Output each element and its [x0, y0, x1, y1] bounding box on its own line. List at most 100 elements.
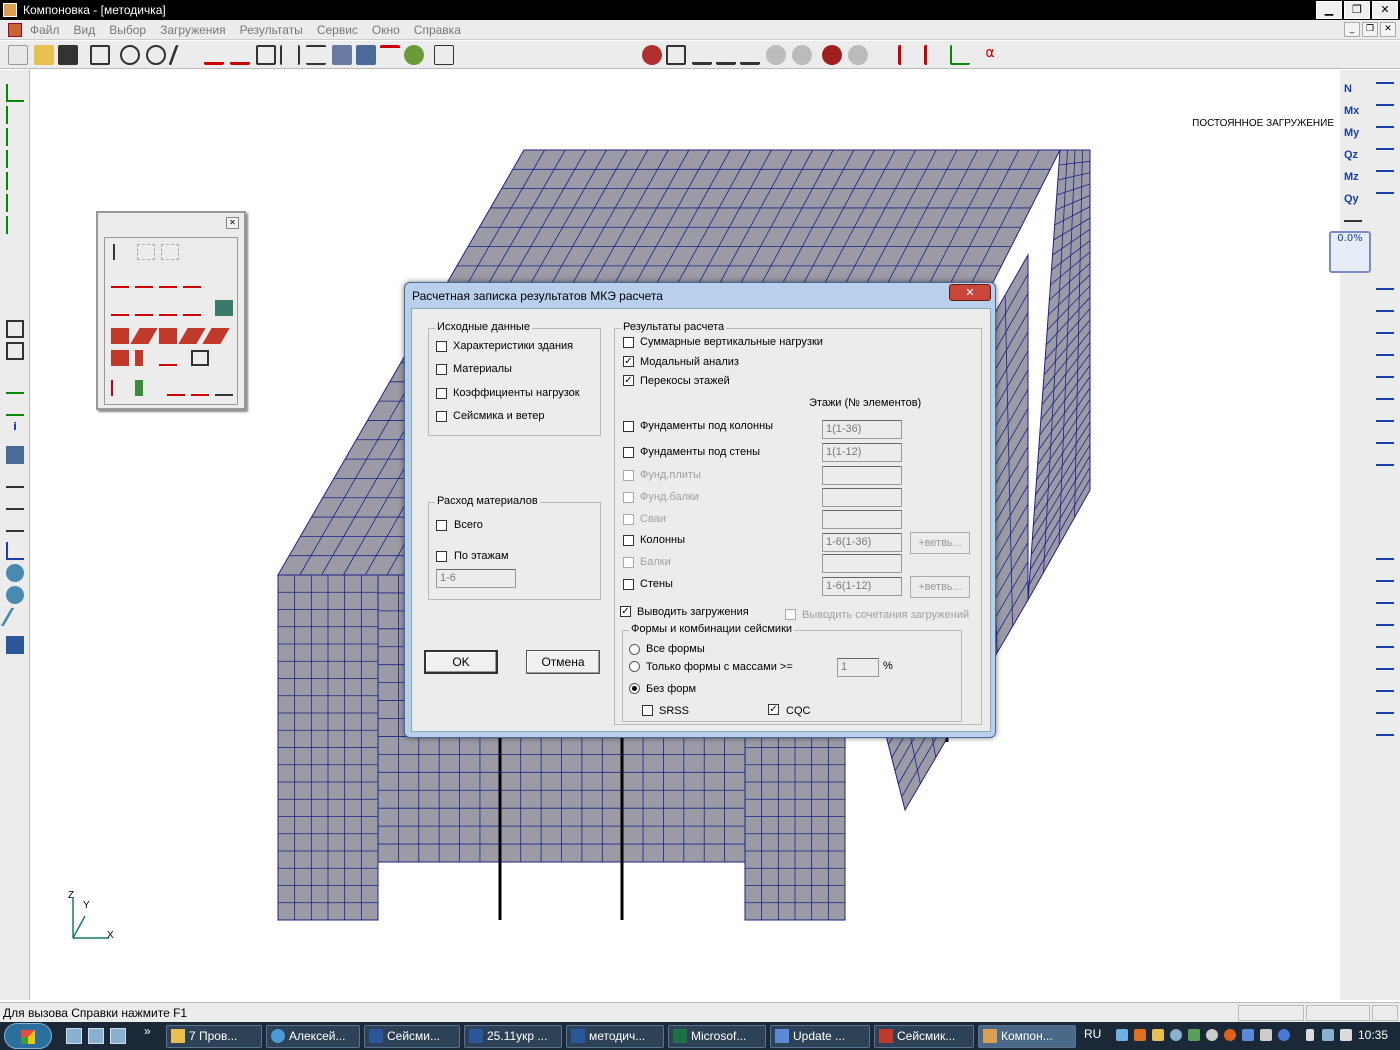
wind-icon[interactable]	[740, 45, 760, 65]
open-folder-icon[interactable]	[34, 45, 54, 65]
no-forms-radio[interactable]	[629, 683, 640, 694]
minimize-button[interactable]: ▁	[1316, 1, 1342, 19]
pointer-icon[interactable]	[113, 244, 131, 260]
table-icon[interactable]	[666, 45, 686, 65]
plate-icon[interactable]	[159, 328, 177, 344]
tray-app-icon[interactable]	[1134, 1029, 1146, 1041]
columns-checkbox[interactable]	[623, 535, 634, 546]
slab-element-icon[interactable]	[202, 328, 230, 344]
document-icon[interactable]	[8, 22, 22, 37]
new-file-icon[interactable]	[8, 45, 28, 65]
select-node-icon[interactable]	[6, 84, 24, 102]
srss-checkbox[interactable]	[642, 705, 653, 716]
column-foundations-checkbox[interactable]	[623, 421, 634, 432]
stress-my-icon[interactable]	[1376, 376, 1394, 394]
frame-load-icon[interactable]	[135, 272, 153, 288]
mdi-close-button[interactable]: ✕	[1380, 22, 1396, 37]
materials-checkbox[interactable]	[436, 364, 447, 375]
tray-wifi-icon[interactable]	[1260, 1029, 1272, 1041]
word-report-icon[interactable]	[6, 636, 24, 654]
rot-x-icon[interactable]	[1376, 148, 1394, 166]
grid-plan-icon[interactable]	[6, 320, 24, 338]
tray-expand-icon[interactable]	[1116, 1029, 1128, 1041]
building-characteristics-checkbox[interactable]	[436, 341, 447, 352]
output-combos-checkbox[interactable]	[785, 609, 796, 620]
grid-icon[interactable]	[356, 45, 376, 65]
force-qz-button[interactable]: Qz	[1344, 148, 1362, 166]
deform-icon[interactable]	[792, 45, 812, 65]
wall-qx-icon[interactable]	[1376, 690, 1394, 708]
disp-y-icon[interactable]	[1376, 104, 1394, 122]
info-icon[interactable]: i	[6, 420, 24, 438]
all-forms-radio[interactable]	[629, 644, 640, 655]
mdi-restore-button[interactable]: ❐	[1362, 22, 1378, 37]
wall-qy-icon[interactable]	[1376, 712, 1394, 730]
dialog-close-button[interactable]: ✕	[949, 284, 991, 301]
pencil-icon[interactable]	[168, 45, 196, 65]
mesh-icon[interactable]	[332, 45, 352, 65]
ok-button[interactable]: OK	[424, 650, 498, 674]
recycle-icon[interactable]	[404, 45, 424, 65]
columns-branch-button[interactable]: +ветвь...	[910, 532, 970, 554]
task-word-manual[interactable]: методич...	[566, 1025, 664, 1048]
menu-results[interactable]: Результаты	[240, 23, 303, 37]
task-word-seismic[interactable]: Сейсми...	[364, 1025, 460, 1048]
menu-view[interactable]: Вид	[74, 23, 96, 37]
quicklaunch-overflow-icon[interactable]: »	[144, 1024, 151, 1038]
cut-icon[interactable]	[0, 608, 30, 626]
split-node-icon[interactable]	[6, 194, 24, 212]
tray-security-icon[interactable]	[1188, 1029, 1200, 1041]
walls-branch-button[interactable]: +ветвь...	[910, 576, 970, 598]
output-loads-checkbox[interactable]: ✓	[620, 606, 631, 617]
zoom-all-icon[interactable]	[90, 45, 110, 65]
beam-icon[interactable]	[130, 328, 158, 344]
tray-volume-icon[interactable]	[1340, 1029, 1352, 1041]
building2-icon[interactable]	[183, 300, 201, 316]
walls-checkbox[interactable]	[623, 579, 634, 590]
rot-z-icon[interactable]	[1376, 192, 1394, 210]
arch-icon[interactable]	[380, 45, 400, 65]
tray-battery-icon[interactable]	[1306, 1029, 1314, 1041]
frame2-element-icon[interactable]	[111, 300, 129, 316]
column-foundations-input[interactable]: 1(1-36)	[822, 420, 902, 439]
bug-icon[interactable]	[822, 45, 842, 65]
wall-mxy-icon[interactable]	[1376, 668, 1394, 686]
force-qy-button[interactable]: Qy	[1344, 192, 1362, 210]
mirror-node-icon[interactable]	[6, 172, 24, 190]
stairs-icon[interactable]	[692, 45, 712, 65]
disp-z-icon[interactable]	[1376, 126, 1394, 144]
menu-select[interactable]: Выбор	[109, 23, 146, 37]
building-icon[interactable]	[183, 272, 201, 288]
start-button[interactable]	[4, 1023, 52, 1049]
support-red-icon[interactable]	[167, 380, 185, 396]
piles-input[interactable]	[822, 510, 902, 529]
floors-range-input[interactable]: 1-6	[436, 569, 516, 588]
columns-input[interactable]: 1-6(1-36)	[822, 533, 902, 552]
zoom-icon[interactable]	[120, 45, 140, 65]
task-word-2511[interactable]: 25.11укр ...	[464, 1025, 562, 1048]
ef-icon[interactable]	[6, 492, 24, 510]
stress-nx-icon[interactable]	[1376, 288, 1394, 306]
total-checkbox[interactable]	[436, 520, 447, 531]
measure-icon[interactable]	[6, 542, 24, 560]
tray-bluetooth-icon[interactable]	[1278, 1029, 1290, 1041]
task-microsoft[interactable]: Microsof...	[668, 1025, 766, 1048]
wall-mx-icon[interactable]	[1376, 624, 1394, 642]
tray-folder-icon[interactable]	[1152, 1029, 1164, 1041]
palette-close-icon[interactable]: ✕	[226, 217, 239, 229]
wall-my-icon[interactable]	[1376, 646, 1394, 664]
stress-mx-icon[interactable]	[1376, 354, 1394, 372]
column-icon[interactable]	[111, 328, 129, 344]
wall-rz-icon[interactable]	[1376, 734, 1394, 752]
pile-element-icon[interactable]	[135, 350, 143, 366]
modal-analysis-checkbox[interactable]: ✓	[623, 356, 634, 367]
foundation-beams-input[interactable]	[822, 488, 902, 507]
frame-node-icon[interactable]	[215, 380, 233, 396]
foundation-slabs-checkbox[interactable]	[623, 470, 634, 481]
cqc-checkbox[interactable]: ✓	[768, 704, 779, 715]
calc-icon[interactable]	[642, 45, 662, 65]
grid-section-icon[interactable]	[6, 342, 24, 360]
spring-icon[interactable]	[848, 45, 868, 65]
node-red-icon[interactable]	[111, 380, 129, 396]
story-drift-checkbox[interactable]: ✓	[623, 375, 634, 386]
